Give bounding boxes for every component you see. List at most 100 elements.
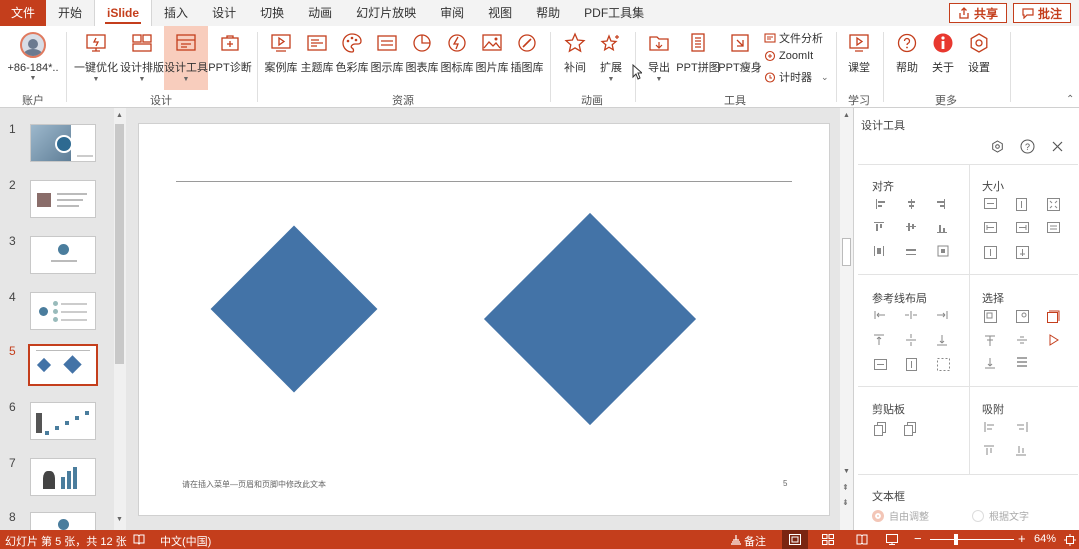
slide-thumbnail[interactable] xyxy=(30,512,96,530)
image-library-button[interactable]: 图片库 xyxy=(474,26,510,92)
slideshow-icon[interactable] xyxy=(886,534,898,545)
auto-fit-radio[interactable]: 自由调整 xyxy=(872,508,929,523)
design-tools-button[interactable]: 设计工具 ▼ xyxy=(164,26,208,90)
ppt-slim-button[interactable]: PPT瘦身 xyxy=(718,26,762,92)
mouse-cursor-icon xyxy=(632,64,642,80)
settings-icon[interactable] xyxy=(991,140,1004,153)
design-layout-button[interactable]: 设计排版 ▼ xyxy=(120,26,164,92)
notes-button[interactable]: 备注 xyxy=(744,533,766,549)
divider xyxy=(858,274,1078,275)
button-label: 主题库 xyxy=(300,62,334,74)
export-button[interactable]: 导出 ▼ xyxy=(642,26,676,92)
thumbnails-scrollbar[interactable]: ▲ ▼ xyxy=(114,108,126,530)
thumbnail-row[interactable]: 6 xyxy=(0,400,110,448)
tab-pdf-tools[interactable]: PDF工具集 xyxy=(572,0,656,26)
slide-page-number[interactable]: 5 xyxy=(783,479,787,488)
slide-footer[interactable]: 请在插入菜单—页眉和页脚中修改此文本 xyxy=(182,479,326,490)
tab-view[interactable]: 视图 xyxy=(476,0,524,26)
case-library-button[interactable]: 案例库 xyxy=(262,26,300,92)
tab-help[interactable]: 帮助 xyxy=(524,0,572,26)
zoom-out-button[interactable]: − xyxy=(914,531,922,546)
chart-library-button[interactable]: 图表库 xyxy=(404,26,440,92)
tab-slideshow[interactable]: 幻灯片放映 xyxy=(344,0,428,26)
account-button[interactable]: +86-184*.. ▼ xyxy=(4,26,62,92)
select-buttons-icon[interactable] xyxy=(984,310,1064,372)
slide-thumbnail[interactable] xyxy=(30,236,96,274)
thumbnail-row[interactable]: 7 xyxy=(0,456,110,504)
zoomit-button[interactable]: ZoomIt xyxy=(764,50,813,62)
tab-file[interactable]: 文件 xyxy=(0,0,47,26)
fit-text-radio[interactable]: 根据文字 xyxy=(972,508,1029,523)
zoom-slider[interactable] xyxy=(930,534,1014,545)
slide-scrollbar[interactable]: ▲ ▼ ⇞ ⇟ xyxy=(840,108,853,530)
slide-thumbnail[interactable] xyxy=(30,292,96,330)
theme-library-button[interactable]: 主题库 xyxy=(299,26,335,92)
extend-button[interactable]: 扩展 ▼ xyxy=(593,26,629,92)
collapse-ribbon-icon[interactable]: ⌃ xyxy=(1066,94,1074,105)
slide-canvas[interactable]: 请在插入菜单—页眉和页脚中修改此文本 5 xyxy=(138,123,830,516)
classroom-button[interactable]: 课堂 xyxy=(842,26,876,92)
export-folder-icon xyxy=(649,36,669,51)
comment-button[interactable]: 批注 xyxy=(1012,3,1071,23)
zoom-slider-thumb[interactable] xyxy=(954,534,958,545)
thumbnail-row[interactable]: 8 xyxy=(0,510,110,530)
color-library-button[interactable]: 色彩库 xyxy=(334,26,370,92)
file-analysis-button[interactable]: 文件分析 xyxy=(764,30,823,46)
divider xyxy=(969,164,970,474)
zoom-in-button[interactable]: + xyxy=(1018,531,1026,546)
ppt-diagnose-button[interactable]: PPT诊断 xyxy=(208,26,252,92)
ppt-puzzle-button[interactable]: PPT拼图 xyxy=(676,26,720,92)
slide-thumbnail[interactable] xyxy=(30,180,96,218)
slide-thumbnail[interactable] xyxy=(30,402,96,440)
clipboard-buttons-icon[interactable] xyxy=(874,422,924,438)
spell-check-icon[interactable] xyxy=(133,534,145,545)
diamond-shape[interactable] xyxy=(483,212,697,426)
close-icon[interactable] xyxy=(1052,141,1063,152)
language-indicator[interactable]: 中文(中国) xyxy=(160,533,211,549)
chevron-down-icon: ▼ xyxy=(29,75,37,82)
reading-view-icon[interactable] xyxy=(856,534,868,545)
align-buttons-icon[interactable] xyxy=(874,198,954,260)
slide-thumbnail[interactable] xyxy=(30,458,96,496)
avatar xyxy=(20,32,46,58)
thumbnail-row[interactable]: 3 xyxy=(0,234,110,282)
slide-divider-line[interactable] xyxy=(176,181,792,182)
diagram-library-button[interactable]: 图示库 xyxy=(369,26,405,92)
icon-library-button[interactable]: 图标库 xyxy=(439,26,475,92)
fit-to-window-icon[interactable] xyxy=(1064,534,1076,546)
tween-button[interactable]: 补间 xyxy=(557,26,593,92)
slide-thumbnail[interactable] xyxy=(30,124,96,162)
gear-icon xyxy=(970,33,988,53)
tab-insert[interactable]: 插入 xyxy=(152,0,200,26)
one-click-optimize-button[interactable]: 一键优化 ▼ xyxy=(72,26,120,92)
about-button[interactable]: 关于 xyxy=(926,26,960,92)
illustration-library-button[interactable]: 插图库 xyxy=(509,26,545,92)
zoom-level[interactable]: 64% xyxy=(1034,533,1056,545)
theme-icon xyxy=(307,35,327,51)
tab-design[interactable]: 设计 xyxy=(200,0,248,26)
normal-view-button[interactable] xyxy=(782,530,808,549)
snap-buttons-icon[interactable] xyxy=(984,422,1034,462)
tab-review[interactable]: 审阅 xyxy=(428,0,476,26)
help-button[interactable]: 帮助 xyxy=(890,26,924,92)
slide-sorter-icon[interactable] xyxy=(822,534,834,545)
tab-transitions[interactable]: 切换 xyxy=(248,0,296,26)
help-icon[interactable]: ? xyxy=(1020,139,1035,154)
thumbnail-row[interactable]: 2 xyxy=(0,178,110,226)
size-buttons-icon[interactable] xyxy=(984,198,1064,260)
thumbnail-row[interactable]: 1 xyxy=(0,122,110,170)
timer-button[interactable]: 计时器 ⌄ xyxy=(764,69,829,85)
lightning-icon xyxy=(448,34,466,52)
tab-islide[interactable]: iSlide xyxy=(94,0,153,26)
tab-animations[interactable]: 动画 xyxy=(296,0,344,26)
tab-home[interactable]: 开始 xyxy=(46,0,94,26)
diamond-shape[interactable] xyxy=(210,225,378,393)
settings-button[interactable]: 设置 xyxy=(962,26,996,92)
thumbnail-row[interactable]: 5 xyxy=(0,344,110,392)
guide-layout-buttons-icon[interactable] xyxy=(874,310,954,372)
share-button[interactable]: 共享 xyxy=(948,3,1007,23)
radio-selected-icon xyxy=(872,509,884,522)
button-label: PPT拼图 xyxy=(676,62,720,74)
slide-thumbnail-selected[interactable] xyxy=(28,344,98,386)
thumbnail-row[interactable]: 4 xyxy=(0,290,110,338)
